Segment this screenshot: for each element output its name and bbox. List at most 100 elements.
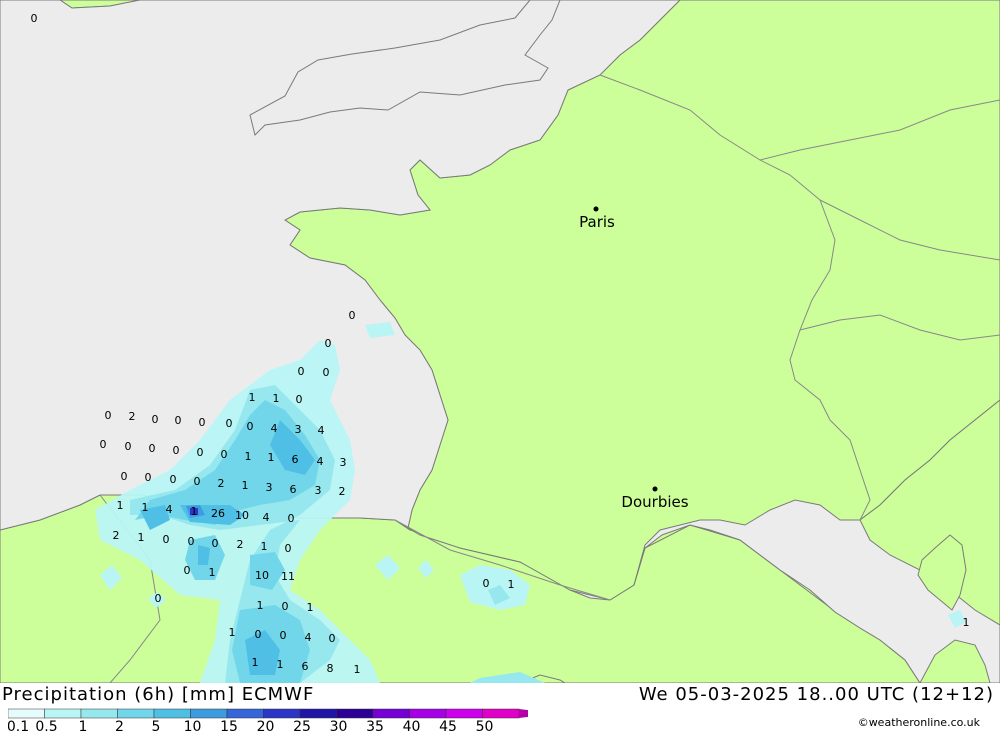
precip-value-label: 0 [255, 628, 262, 641]
precip-value-label: 0 [298, 365, 305, 378]
precip-value-label: 3 [315, 484, 322, 497]
legend-swatch [80, 708, 118, 719]
precip-value-label: 2 [218, 477, 225, 490]
legend-swatch [263, 708, 301, 719]
legend-swatch [409, 708, 447, 719]
legend-tick-label: 40 [403, 719, 421, 732]
precip-value-label: 0 [296, 393, 303, 406]
precip-value-label: 1 [273, 392, 280, 405]
precip-value-label: 1 [354, 663, 361, 676]
legend-tick-label: 0.1 [8, 719, 29, 732]
legend-tick-label: 2 [115, 719, 124, 732]
precip-value-label: 0 [329, 632, 336, 645]
precip-value-label: 1 [252, 656, 259, 669]
legend-swatch [445, 708, 483, 719]
precip-value-label: 0 [105, 409, 112, 422]
precip-value-label: 3 [295, 423, 302, 436]
map-footer: Precipitation (6h) [mm] ECMWF We 05-03-2… [0, 683, 1000, 733]
precip-value-label: 0 [152, 413, 159, 426]
legend-tick-label: 25 [293, 719, 311, 732]
precip-value-label: 0 [188, 535, 195, 548]
precip-value-label: 0 [175, 414, 182, 427]
precip-value-label: 0 [100, 438, 107, 451]
legend-swatch-overflow [519, 709, 528, 718]
legend-tick-label: 5 [152, 719, 161, 732]
precip-value-label: 10 [235, 509, 249, 522]
legend-swatch [226, 708, 264, 719]
legend-swatch [44, 708, 82, 719]
legend-tick-label: 15 [220, 719, 238, 732]
precip-value-label: 0 [212, 537, 219, 550]
precip-value-label: 1 [209, 566, 216, 579]
precip-value-label: 0 [199, 416, 206, 429]
precip-value-label: 0 [483, 577, 490, 590]
precip-value-label: 2 [113, 529, 120, 542]
precip-value-label: 0 [170, 473, 177, 486]
precip-value-label: 0 [194, 475, 201, 488]
legend-swatch [8, 708, 45, 719]
precip-value-label: 1 [307, 601, 314, 614]
city-label-dourbies: Dourbies [621, 493, 688, 511]
precip-value-label: 0 [282, 600, 289, 613]
precip-value-label: 8 [327, 662, 334, 675]
precip-value-label: 1 [277, 658, 284, 671]
precip-value-label: 4 [317, 455, 324, 468]
map-title: Precipitation (6h) [mm] ECMWF [2, 684, 315, 705]
precip-value-label: 2 [129, 410, 136, 423]
precip-value-label: 4 [263, 511, 270, 524]
precip-value-label: 1 [242, 479, 249, 492]
legend-swatch [117, 708, 155, 719]
precip-value-label: 0 [184, 564, 191, 577]
precip-value-label: 1 [138, 531, 145, 544]
city-label-paris: Paris [579, 213, 615, 231]
precipitation-map: 0000 00 2 0 0 0 01 1 00 4 3 40 0 0 0 0 0 1 1 6 4 30 0 0 0 2 1 3 6 3 21… [0, 0, 1000, 683]
precip-value-label: 10 [255, 569, 269, 582]
precip-value-label: 4 [318, 424, 325, 437]
precip-value-label: 0 [288, 512, 295, 525]
legend-tick-label: 0.5 [35, 719, 57, 732]
legend-swatch [336, 708, 374, 719]
precip-value-label: 1 [245, 450, 252, 463]
legend-ticks: 0.1 0.5 1 2 5 10 15 20 25 30 35 40 45 50 [8, 719, 493, 732]
precip-value-label: 1 [249, 391, 256, 404]
precip-value-label: 0 [221, 448, 228, 461]
precip-value-label: 11 [281, 570, 295, 583]
precip-value-label: 0 [280, 629, 287, 642]
legend-swatches [8, 708, 528, 719]
precip-value-label: 0 [349, 309, 356, 322]
precip-value-label: 0 [163, 533, 170, 546]
legend-tick-label: 35 [366, 719, 384, 732]
precip-value-label: 1 [508, 578, 515, 591]
precip-value-label: 0 [125, 440, 132, 453]
precip-value-label: 0 [121, 470, 128, 483]
precipitation-legend: 0.1 0.5 1 2 5 10 15 20 25 30 35 40 45 50 [8, 708, 528, 732]
precip-value-label: 1 [191, 505, 198, 518]
legend-tick-label: 1 [79, 719, 88, 732]
precip-value-label: 1 [963, 616, 970, 629]
city-marker [593, 206, 599, 212]
precip-value-label: 1 [257, 599, 264, 612]
precip-value-label: 1 [142, 501, 149, 514]
precip-value-label: 0 [226, 417, 233, 430]
legend-tick-label: 20 [257, 719, 275, 732]
precip-value-label: 4 [305, 631, 312, 644]
legend-swatch [299, 708, 337, 719]
precip-value-label: 6 [302, 660, 309, 673]
legend-tick-label: 45 [439, 719, 457, 732]
legend-swatch [372, 708, 410, 719]
precip-value-label: 4 [271, 422, 278, 435]
precip-value-label: 1 [261, 540, 268, 553]
precip-value-label: 6 [292, 453, 299, 466]
precip-value-label: 6 [290, 483, 297, 496]
legend-swatch [153, 708, 191, 719]
precip-value-label: 2 [237, 538, 244, 551]
precip-value-label: 0 [285, 542, 292, 555]
precip-value-label: 0 [31, 12, 38, 25]
credit-link[interactable]: ©weatheronline.co.uk [858, 716, 980, 729]
precip-value-label: 3 [340, 456, 347, 469]
legend-tick-label: 50 [476, 719, 494, 732]
forecast-datetime: We 05-03-2025 18..00 UTC (12+12) [638, 684, 994, 705]
precip-value-label: 0 [197, 446, 204, 459]
legend-swatch [190, 708, 228, 719]
legend-tick-label: 30 [330, 719, 348, 732]
